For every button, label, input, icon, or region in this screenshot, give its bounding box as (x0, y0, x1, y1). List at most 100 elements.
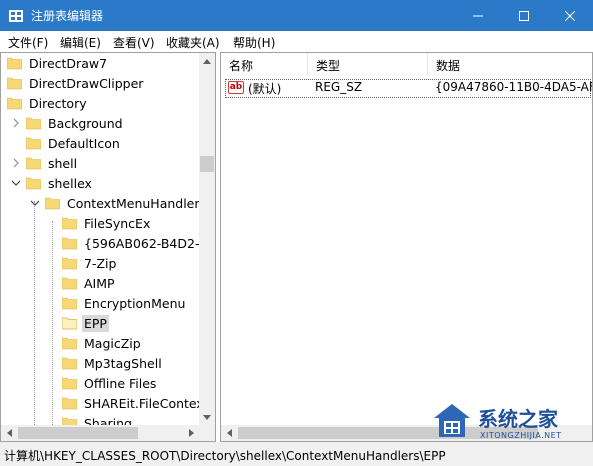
tree-item-label: DirectDrawClipper (29, 75, 144, 91)
chevron-down-icon[interactable] (30, 198, 40, 208)
chevron-down-icon[interactable] (11, 178, 21, 188)
folder-icon (26, 137, 41, 150)
registry-path: 计算机\HKEY_CLASSES_ROOT\Directory\shellex\… (4, 449, 446, 463)
minimize-button[interactable] (455, 0, 501, 31)
folder-icon (26, 157, 41, 170)
tree-item-label: MagicZip (84, 335, 141, 351)
chevron-right-icon[interactable] (11, 158, 21, 168)
registry-tree[interactable]: DirectDraw7 DirectDrawClipper Directory Bac… (0, 52, 216, 442)
value-data: {09A47860-11B0-4DA5-AFA (435, 80, 593, 94)
folder-icon (62, 317, 77, 330)
tree-item-label: DirectDraw7 (29, 55, 108, 71)
tree-item[interactable]: DefaultIcon (26, 133, 122, 153)
tree-item[interactable]: ContextMenuHandlers (45, 193, 208, 213)
menu-help[interactable]: 帮助(H) (233, 34, 275, 51)
watermark: 系统之家 XITONGZHIJIA.NET (428, 395, 593, 445)
tree-item[interactable]: EncryptionMenu (62, 293, 187, 313)
folder-icon (62, 237, 77, 250)
close-icon (565, 10, 575, 21)
scroll-left-icon[interactable] (1, 425, 17, 441)
tree-item[interactable]: DirectDrawClipper (7, 73, 145, 93)
close-button[interactable] (547, 0, 593, 31)
tree-item[interactable]: {596AB062-B4D2-42 (62, 233, 216, 253)
menu-bar: 文件(F) 编辑(E) 查看(V) 收藏夹(A) 帮助(H) (0, 31, 593, 52)
tree-item-label: Mp3tagShell (84, 355, 162, 371)
scroll-up-icon[interactable] (199, 53, 215, 69)
folder-icon (7, 57, 22, 70)
tree-item-label: 7-Zip (84, 255, 117, 271)
scroll-down-icon[interactable] (199, 409, 215, 425)
tree-item-label: FileSyncEx (84, 215, 151, 231)
tree-connector-line (34, 201, 35, 425)
tree-vertical-scrollbar[interactable] (199, 53, 215, 425)
status-bar: 计算机\HKEY_CLASSES_ROOT\Directory\shellex\… (0, 442, 593, 466)
tree-item-label: {596AB062-B4D2-42 (84, 235, 216, 251)
column-header-name[interactable]: 名称 (221, 53, 308, 75)
window-title: 注册表编辑器 (31, 9, 104, 23)
menu-file[interactable]: 文件(F) (8, 34, 48, 51)
tree-item-label: Directory (29, 95, 87, 111)
tree-item-label: shell (48, 155, 78, 171)
value-name: (默认) (248, 82, 282, 96)
tree-item-label: Background (48, 115, 123, 131)
tree-item[interactable]: AIMP (62, 273, 117, 293)
column-header-data[interactable]: 数据 (428, 53, 592, 75)
value-type: REG_SZ (315, 80, 363, 94)
tree-item[interactable]: Mp3tagShell (62, 353, 164, 373)
folder-icon (45, 197, 60, 210)
tree-item-label: shellex (48, 175, 92, 191)
folder-icon (7, 97, 22, 110)
chevron-right-icon[interactable] (11, 118, 21, 128)
tree-item-label: EPP (82, 314, 109, 332)
tree-item[interactable]: Background (26, 113, 125, 133)
folder-icon (62, 337, 77, 350)
folder-icon (26, 177, 41, 190)
folder-icon (7, 77, 22, 90)
tree-item[interactable]: MagicZip (62, 333, 143, 353)
tree-item-label: Offline Files (84, 375, 157, 391)
menu-view[interactable]: 查看(V) (113, 34, 155, 51)
watermark-url: XITONGZHIJIA.NET (480, 431, 562, 440)
tree-item-label: AIMP (84, 275, 115, 291)
watermark-text: 系统之家 (478, 407, 558, 431)
tree-vscroll-thumb[interactable] (200, 156, 214, 172)
tree-horizontal-scrollbar[interactable] (1, 425, 199, 441)
scroll-left-icon[interactable] (221, 425, 237, 441)
scroll-corner (199, 425, 215, 441)
maximize-button[interactable] (501, 0, 547, 31)
tree-item[interactable]: SHAREit.FileContextM (62, 393, 216, 413)
tree-item-label: SHAREit.FileContextM (84, 395, 216, 411)
tree-connector-line (52, 221, 53, 425)
folder-icon (62, 377, 77, 390)
tree-item[interactable]: shell (26, 153, 79, 173)
folder-icon (62, 397, 77, 410)
folder-icon (62, 257, 77, 270)
tree-item[interactable]: Offline Files (62, 373, 158, 393)
regedit-icon (8, 8, 24, 24)
value-list[interactable]: 名称 类型 数据 ab (默认) REG_SZ {09A47860-11B0-4… (220, 52, 593, 442)
menu-favorites[interactable]: 收藏夹(A) (166, 34, 220, 51)
folder-icon (62, 297, 77, 310)
title-bar: 注册表编辑器 (0, 0, 593, 31)
tree-item-label: EncryptionMenu (84, 295, 186, 311)
list-item[interactable]: ab (默认) REG_SZ {09A47860-11B0-4DA5-AFA (221, 78, 593, 98)
column-header-type[interactable]: 类型 (308, 53, 428, 75)
string-value-icon: ab (228, 81, 244, 94)
tree-item[interactable]: 7-Zip (62, 253, 118, 273)
folder-icon (62, 217, 77, 230)
tree-item[interactable]: shellex (26, 173, 94, 193)
tree-item[interactable]: DirectDraw7 (7, 53, 109, 73)
tree-item[interactable]: FileSyncEx (62, 213, 152, 233)
tree-item-label: DefaultIcon (48, 135, 120, 151)
tree-item-label: ContextMenuHandlers (67, 195, 207, 211)
minimize-icon (473, 15, 483, 16)
menu-edit[interactable]: 编辑(E) (60, 34, 101, 51)
tree-hscroll-thumb[interactable] (18, 427, 138, 439)
maximize-icon (519, 10, 529, 21)
folder-icon (62, 357, 77, 370)
folder-icon (62, 277, 77, 290)
tree-item[interactable]: EPP (62, 313, 109, 333)
house-logo-icon (432, 401, 472, 441)
scroll-right-icon[interactable] (183, 425, 199, 441)
tree-item[interactable]: Directory (7, 93, 89, 113)
